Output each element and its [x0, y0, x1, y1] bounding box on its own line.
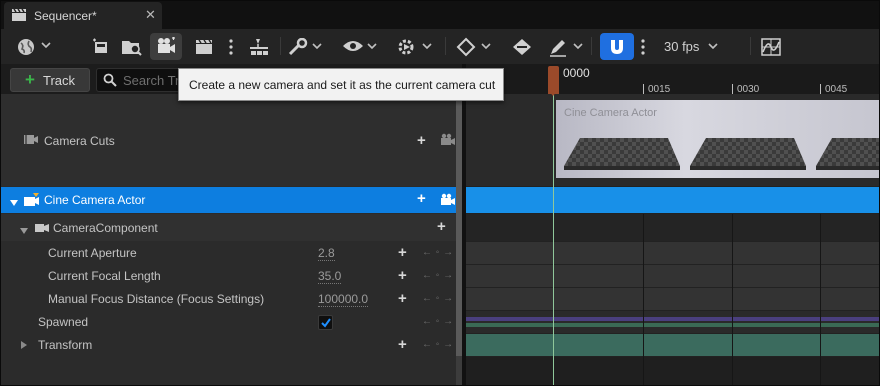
ruler-tick: [732, 84, 733, 94]
chevron-down-icon[interactable]: [708, 40, 718, 54]
ruler-tick: [643, 84, 644, 94]
key-navigation-icon[interactable]: ← ◦ →: [422, 247, 454, 258]
create-camera-button[interactable]: [150, 33, 182, 60]
add-property-track-button[interactable]: +: [437, 219, 446, 234]
property-value-input[interactable]: 100000.0: [318, 293, 369, 307]
property-label: Current Aperture: [48, 246, 137, 260]
curve-editor-icon[interactable]: [760, 37, 782, 60]
key-diamond-icon[interactable]: [456, 37, 476, 60]
spawned-lane[interactable]: [466, 311, 879, 333]
grid-line: [732, 214, 733, 385]
save-sequence-icon[interactable]: [92, 38, 110, 59]
plus-icon: +: [25, 70, 35, 89]
focus-distance-lane[interactable]: [466, 288, 879, 310]
search-icon: [103, 73, 117, 90]
cine-camera-icon: [23, 192, 41, 211]
add-camera-cut-button[interactable]: +: [417, 133, 426, 148]
tooltip: Create a new camera and set it as the cu…: [178, 68, 504, 101]
spawned-section-bar-green: [466, 323, 879, 327]
camera-cut-section[interactable]: Cine Camera Actor: [556, 100, 879, 178]
chevron-down-icon[interactable]: [422, 40, 432, 54]
key-navigation-icon[interactable]: ← ◦ →: [422, 270, 454, 281]
more-options-icon[interactable]: [229, 39, 233, 58]
expand-arrow-icon[interactable]: [9, 196, 19, 210]
playhead-tip: [548, 90, 558, 96]
render-movie-icon[interactable]: [194, 38, 214, 59]
camera-cut-icon: [23, 132, 39, 151]
world-icon[interactable]: [16, 37, 36, 60]
cine-camera-actor-label: Cine Camera Actor: [44, 193, 146, 207]
add-key-button[interactable]: +: [398, 291, 407, 306]
snap-toggle-button[interactable]: [600, 33, 634, 60]
chevron-down-icon[interactable]: [367, 40, 377, 54]
chevron-down-icon[interactable]: [41, 40, 51, 52]
chevron-down-icon[interactable]: [312, 40, 322, 54]
aperture-lane[interactable]: [466, 242, 879, 264]
camera-icon[interactable]: [440, 133, 456, 150]
property-value-input[interactable]: 2.8: [318, 247, 335, 261]
expand-arrow-icon[interactable]: [19, 224, 29, 238]
toolbar-separator: [750, 37, 751, 55]
timeline-ruler[interactable]: [466, 64, 879, 94]
add-component-track-button[interactable]: +: [417, 191, 426, 206]
camera-icon[interactable]: [440, 193, 456, 210]
gear-play-icon[interactable]: [396, 37, 418, 60]
key-navigation-icon[interactable]: ← ◦ →: [422, 293, 454, 304]
close-icon[interactable]: ✕: [145, 7, 156, 23]
camera-component-label: CameraComponent: [53, 221, 158, 235]
grid-line: [643, 214, 644, 385]
tooltip-text: Create a new camera and set it as the cu…: [189, 78, 496, 92]
clapperboard-icon: [11, 8, 27, 25]
ruler-tick: [820, 84, 821, 94]
pencil-icon[interactable]: [548, 37, 568, 60]
add-track-label: Track: [43, 73, 76, 88]
cine-camera-actor-lane[interactable]: [466, 187, 879, 213]
chevron-down-icon[interactable]: [481, 40, 491, 54]
toolbar-separator: [591, 37, 592, 55]
expand-arrow-icon[interactable]: [20, 339, 28, 353]
camera-cut-clip-label: Cine Camera Actor: [564, 107, 657, 119]
spawned-checkbox[interactable]: [318, 315, 333, 330]
grid-line: [820, 214, 821, 385]
fps-dropdown-label[interactable]: 30 fps: [664, 39, 699, 54]
key-navigation-icon[interactable]: ← ◦ →: [422, 316, 454, 327]
camera-cut-thumbnail: [564, 138, 879, 170]
add-key-button[interactable]: +: [398, 337, 407, 352]
transform-label: Transform: [38, 338, 93, 352]
add-key-button[interactable]: +: [398, 268, 407, 283]
spawned-label: Spawned: [38, 315, 89, 329]
auto-key-icon[interactable]: [511, 37, 533, 60]
transform-lane[interactable]: [466, 334, 879, 356]
property-value-input[interactable]: 35.0: [318, 270, 342, 284]
spawned-section-bar: [466, 317, 879, 321]
toolbar-separator: [280, 37, 281, 55]
toolbar-separator: [445, 37, 446, 55]
camera-component-lane[interactable]: [466, 214, 879, 241]
focal-length-lane[interactable]: [466, 265, 879, 287]
playhead-line[interactable]: [553, 90, 554, 385]
camera-cuts-label: Camera Cuts: [44, 134, 115, 148]
snap-options-icon[interactable]: [641, 39, 645, 58]
tab-sequencer[interactable]: Sequencer* ✕: [4, 2, 162, 29]
empty-lane: [466, 357, 879, 385]
sequence-hierarchy-icon[interactable]: [248, 37, 270, 60]
key-navigation-icon[interactable]: ← ◦ →: [422, 339, 454, 350]
add-track-button[interactable]: + Track: [10, 68, 90, 92]
eye-icon[interactable]: [342, 39, 364, 56]
property-label: Current Focal Length: [48, 269, 161, 283]
find-in-content-browser-icon[interactable]: [121, 37, 143, 60]
property-label: Manual Focus Distance (Focus Settings): [48, 292, 265, 306]
tab-title: Sequencer*: [34, 9, 97, 23]
camera-component-icon: [34, 222, 50, 237]
current-frame-label: 0000: [563, 66, 590, 80]
chevron-down-icon[interactable]: [573, 40, 583, 54]
wrench-icon[interactable]: [288, 37, 308, 59]
add-key-button[interactable]: +: [398, 245, 407, 260]
